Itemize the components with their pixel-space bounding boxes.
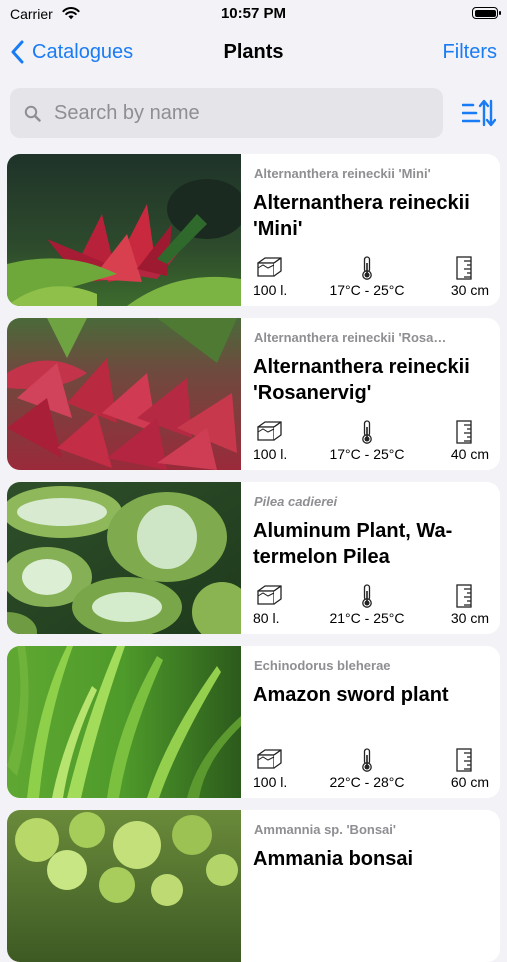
- scientific-name: Ammannia sp. 'Bonsai': [254, 822, 396, 837]
- plant-thumbnail: [7, 154, 241, 306]
- temperature-value: 17°C - 25°C: [329, 446, 405, 462]
- size-value: 30 cm: [450, 610, 489, 626]
- tank-icon: [257, 257, 282, 277]
- plant-info: Pilea cadierei Aluminum Plant, Wa-termel…: [253, 482, 493, 634]
- size-value: 60 cm: [450, 774, 489, 790]
- plant-info: Echinodorus bleherae Amazon sword plant …: [253, 646, 493, 798]
- scientific-name: Pilea cadierei: [254, 494, 338, 509]
- search-icon: [24, 105, 41, 122]
- tank-icon: [257, 585, 282, 605]
- temperature-value: 17°C - 25°C: [329, 282, 405, 298]
- ruler-icon: [456, 584, 472, 608]
- scientific-name: Alternanthera reineckii 'Rosa…: [254, 330, 447, 345]
- common-name: Aluminum Plant, Wa-termelon Pilea: [253, 520, 453, 568]
- navigation-bar: Catalogues Plants Filters: [0, 30, 507, 76]
- plant-card[interactable]: Alternanthera reineckii 'Mini' Alternant…: [7, 154, 500, 306]
- plant-card[interactable]: Pilea cadierei Aluminum Plant, Wa-termel…: [7, 482, 500, 634]
- search-row: [0, 88, 507, 140]
- plant-thumbnail: [7, 318, 241, 470]
- size-value: 40 cm: [450, 446, 489, 462]
- back-button[interactable]: Catalogues: [10, 40, 133, 64]
- tank-icon: [257, 421, 282, 441]
- back-button-label: Catalogues: [32, 40, 134, 63]
- ruler-icon: [456, 748, 472, 772]
- plant-info: Alternanthera reineckii 'Rosa… Alternant…: [253, 318, 493, 470]
- plant-thumbnail: [7, 646, 241, 798]
- filters-button[interactable]: Filters: [443, 41, 497, 64]
- temperature-value: 22°C - 28°C: [329, 774, 405, 790]
- thermometer-icon: [362, 256, 372, 280]
- chevron-left-icon: [11, 40, 24, 64]
- thermometer-icon: [362, 584, 372, 608]
- battery-icon: [472, 7, 501, 19]
- thermometer-icon: [362, 420, 372, 444]
- ruler-icon: [456, 256, 472, 280]
- plant-card[interactable]: Echinodorus bleherae Amazon sword plant …: [7, 646, 500, 798]
- volume-value: 100 l.: [253, 282, 288, 298]
- plant-info: Alternanthera reineckii 'Mini' Alternant…: [253, 154, 493, 306]
- temperature-value: 21°C - 25°C: [329, 610, 405, 626]
- common-name: Ammania bonsai: [253, 848, 414, 870]
- thermometer-icon: [362, 748, 372, 772]
- status-time: 10:57 PM: [220, 5, 287, 22]
- plant-thumbnail: [7, 482, 241, 634]
- ruler-icon: [456, 420, 472, 444]
- search-input[interactable]: [54, 88, 434, 138]
- plant-card[interactable]: Ammannia sp. 'Bonsai' Ammania bonsai: [7, 810, 500, 962]
- plant-thumbnail: [7, 810, 241, 962]
- volume-value: 100 l.: [253, 774, 288, 790]
- volume-value: 80 l.: [253, 610, 280, 626]
- plant-card[interactable]: Alternanthera reineckii 'Rosa… Alternant…: [7, 318, 500, 470]
- tank-icon: [257, 749, 282, 769]
- common-name: Amazon sword plant: [253, 684, 449, 706]
- status-bar: Carrier 10:57 PM: [0, 0, 507, 30]
- plant-info: Ammannia sp. 'Bonsai' Ammania bonsai: [253, 810, 493, 962]
- search-field[interactable]: [10, 88, 443, 138]
- scientific-name: Echinodorus bleherae: [254, 658, 391, 673]
- size-value: 30 cm: [450, 282, 489, 298]
- volume-value: 100 l.: [253, 446, 288, 462]
- common-name: Alternanthera reineckii 'Mini': [253, 192, 470, 240]
- scientific-name: Alternanthera reineckii 'Mini': [254, 166, 431, 181]
- sort-icon[interactable]: [462, 96, 496, 130]
- common-name: Alternanthera reineckii 'Rosanervig': [253, 356, 470, 404]
